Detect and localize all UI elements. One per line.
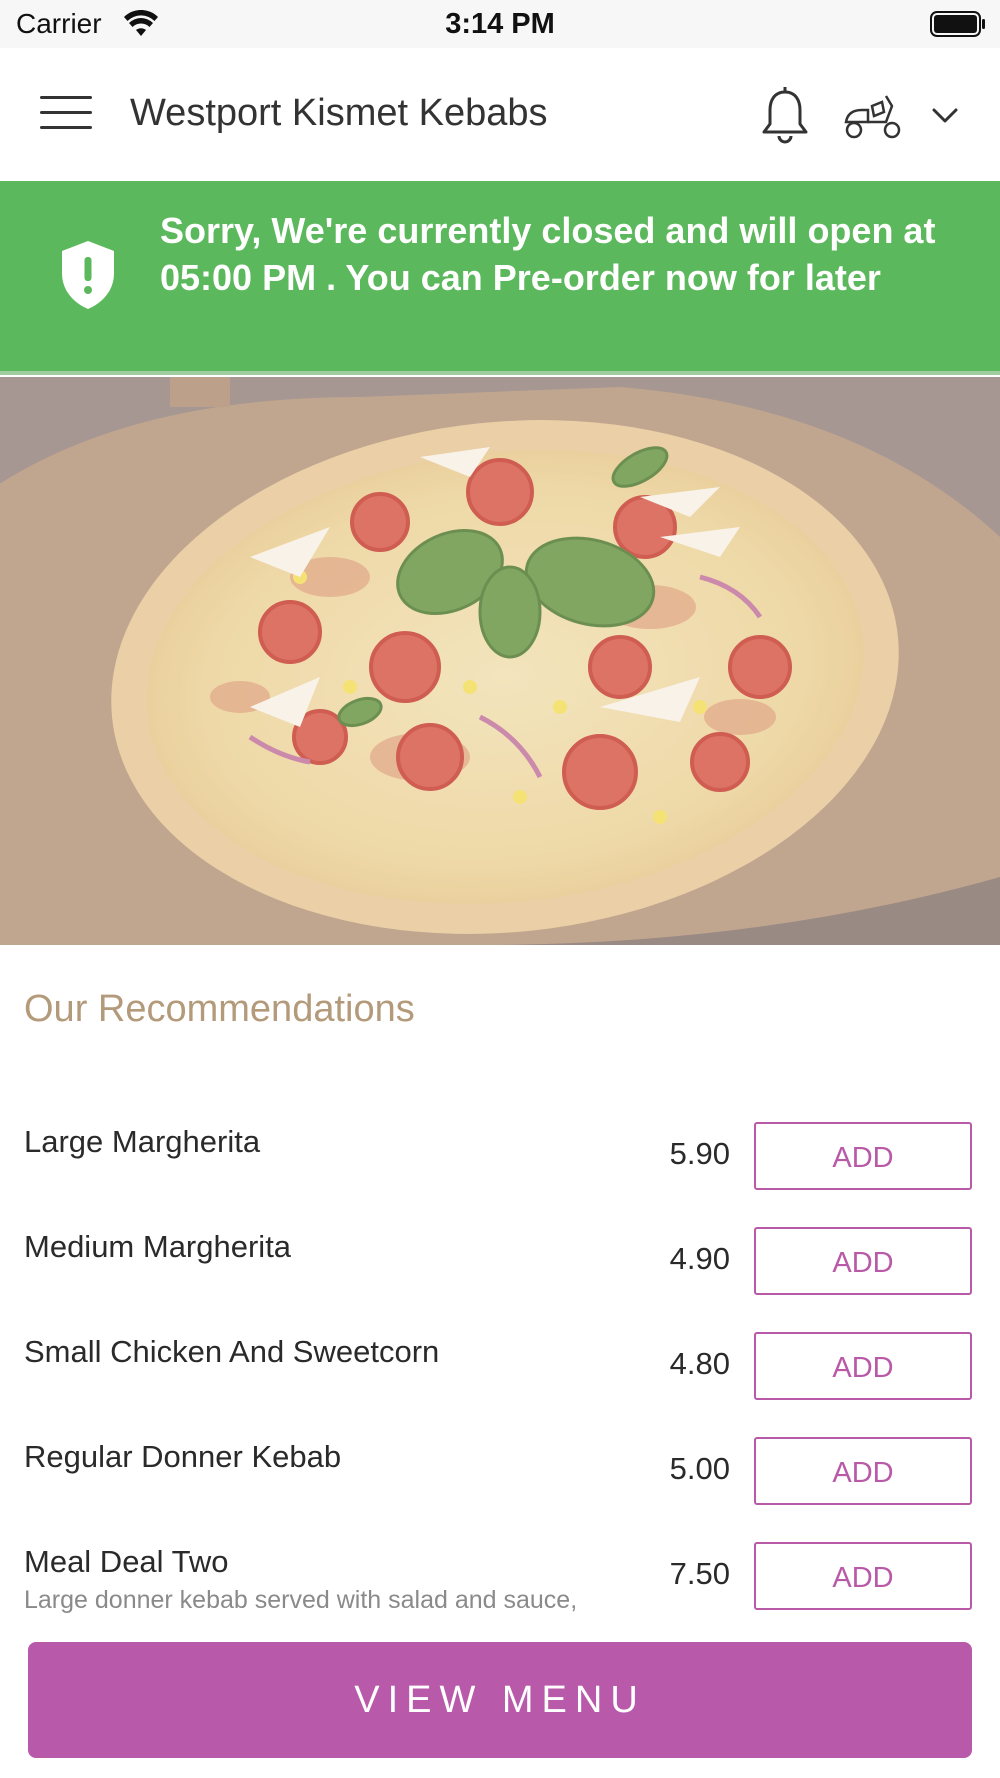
hero-image — [0, 377, 1000, 945]
closed-banner: Sorry, We're currently closed and will o… — [0, 181, 1000, 375]
item-name: Regular Donner Kebab — [24, 1439, 342, 1474]
item-price: 5.00 — [669, 1451, 730, 1486]
shield-alert-icon — [62, 241, 114, 309]
item-price: 5.90 — [669, 1136, 730, 1171]
list-item: Medium Margherita 4.90 ADD — [0, 1227, 1000, 1333]
battery-icon — [930, 11, 985, 37]
app-header: Westport Kismet Kebabs — [0, 48, 1000, 180]
list-item: Regular Donner Kebab 5.00 ADD — [0, 1437, 1000, 1543]
item-price: 4.90 — [669, 1241, 730, 1276]
add-button[interactable]: ADD — [754, 1542, 972, 1610]
item-description: Large donner kebab served with salad and… — [24, 1586, 578, 1614]
bell-icon[interactable] — [760, 86, 810, 144]
item-name: Meal Deal Two — [24, 1544, 229, 1579]
add-button[interactable]: ADD — [754, 1332, 972, 1400]
item-price: 4.80 — [669, 1346, 730, 1381]
add-button[interactable]: ADD — [754, 1227, 972, 1295]
banner-message: Sorry, We're currently closed and will o… — [160, 210, 936, 298]
recommendations-title: Our Recommendations — [24, 988, 415, 1030]
add-button[interactable]: ADD — [754, 1437, 972, 1505]
status-time: 3:14 PM — [445, 8, 555, 40]
item-price: 7.50 — [669, 1556, 730, 1591]
menu-icon[interactable] — [40, 96, 92, 136]
list-item: Large Margherita 5.90 ADD — [0, 1122, 1000, 1228]
list-item: Meal Deal Two Large donner kebab served … — [0, 1542, 1000, 1648]
item-name: Large Margherita — [24, 1124, 261, 1159]
item-name: Medium Margherita — [24, 1229, 292, 1264]
page-title: Westport Kismet Kebabs — [130, 92, 548, 134]
chevron-down-icon[interactable] — [928, 100, 962, 130]
add-button[interactable]: ADD — [754, 1122, 972, 1190]
list-item: Small Chicken And Sweetcorn 4.80 ADD — [0, 1332, 1000, 1438]
status-bar: Carrier 3:14 PM — [0, 0, 1000, 48]
scooter-icon[interactable] — [842, 92, 904, 140]
view-menu-button[interactable]: VIEW MENU — [28, 1642, 972, 1758]
item-name: Small Chicken And Sweetcorn — [24, 1334, 440, 1369]
